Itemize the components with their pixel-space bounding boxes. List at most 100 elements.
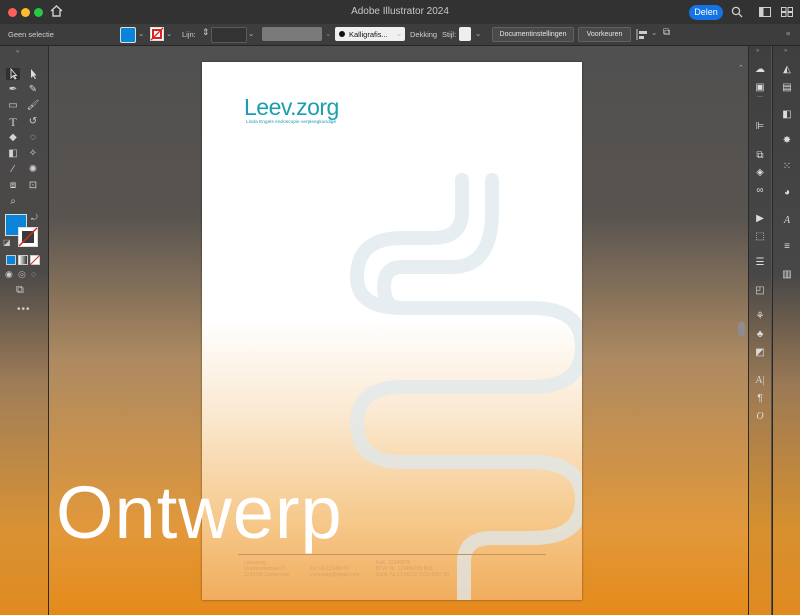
share-button[interactable]: Delen [689, 5, 723, 20]
brush-definition[interactable]: Kalligrafis... [335, 27, 405, 41]
gradient-tool-icon[interactable]: ◧ [6, 148, 20, 160]
title-bar: Adobe Illustrator 2024 Delen [0, 0, 800, 25]
scroll-up-icon[interactable]: ⌃ [738, 64, 744, 72]
workspace-icon[interactable] [759, 7, 771, 17]
draw-behind-icon[interactable]: ◎ [18, 269, 26, 280]
chevron-down-icon[interactable]: ⌄ [396, 29, 402, 38]
vertical-scrollbar[interactable]: ⌃ [738, 62, 746, 600]
dock-collapse-icon[interactable]: » [756, 48, 759, 54]
lasso-tool-icon[interactable]: ◌ [26, 132, 40, 144]
symbol-sprayer-tool-icon[interactable]: ✺ [26, 164, 40, 176]
scrollbar-thumb[interactable] [738, 322, 745, 336]
overlay-title: Ontwerp [56, 471, 343, 554]
properties-icon[interactable]: ⊫ [752, 120, 768, 134]
more-tools-icon[interactable]: ••• [17, 304, 31, 315]
eraser-tool-icon[interactable]: ◆ [6, 132, 20, 144]
chevron-down-icon[interactable]: ⌄ [325, 29, 331, 38]
footer-col-3: KvK: 12345678 BTW: NL 123456789 B01 Bank… [376, 560, 449, 578]
logo-sub: zorg [296, 94, 339, 120]
selection-tool-icon[interactable] [6, 67, 20, 80]
stroke-label: Lijn: [182, 30, 196, 39]
document-settings-button[interactable]: Documentinstellingen [492, 27, 574, 42]
brush-dot-icon [339, 31, 345, 37]
brush-name: Kalligrafis... [349, 30, 388, 39]
rectangle-tool-icon[interactable]: ▭ [6, 100, 20, 112]
window-title: Adobe Illustrator 2024 [351, 6, 449, 17]
brushes-icon[interactable]: ⚘ [752, 310, 768, 324]
default-colors-icon[interactable]: ◪ [3, 238, 11, 247]
color-mode-icon[interactable] [6, 255, 16, 265]
gradient-mode-icon[interactable] [18, 255, 28, 265]
symbols-icon[interactable]: ♣ [752, 328, 768, 342]
graphic-styles-icon[interactable]: ◕ [779, 186, 795, 200]
footer-bank: Bank: NL12 ABCD 0123 4567 89 [376, 572, 450, 578]
zoom-tool-icon[interactable]: ⌕ [6, 196, 20, 208]
artboards-icon[interactable]: ⧉ [752, 149, 768, 163]
style-label: Stijl: [442, 30, 457, 39]
opacity-label[interactable]: Dekking [410, 30, 437, 39]
stroke-swatch[interactable] [150, 27, 164, 41]
direct-selection-tool-icon[interactable] [26, 68, 40, 80]
chevron-down-icon[interactable]: ⌄ [138, 29, 144, 38]
navigator-icon[interactable]: ▥ [779, 268, 795, 282]
type-tool-icon[interactable]: T [6, 116, 20, 128]
character-icon[interactable]: A| [752, 374, 768, 388]
paintbrush-tool-icon[interactable]: 🖌 [26, 100, 40, 112]
tools-panel: « ✒ ✎ ▭ 🖌 T ↺ ◆ ◌ ◧ ✧ ⁄ ✺ ⧈ ⊡ ⌕ ⤾ ◪ ◉ ◎ … [0, 46, 49, 615]
draw-inside-icon[interactable]: ○ [31, 269, 36, 279]
opentype-icon[interactable]: O [752, 410, 768, 424]
draw-normal-icon[interactable]: ◉ [5, 269, 13, 280]
blend-tool-icon[interactable]: ⧈ [6, 180, 20, 192]
panel-dock-wide: » ◭ ▤ ◧ ✸ ⁙ ◕ A ≡ ▥ [772, 46, 800, 615]
panel-collapse-icon[interactable]: ≡ [786, 29, 790, 38]
dock-divider: — [757, 94, 763, 100]
footer-email: Leev.zorg@gmail.com [310, 572, 360, 578]
logo-tagline: Linda Engels endoscopie verpleegkundige [246, 120, 337, 125]
style-swatch[interactable] [459, 27, 471, 41]
control-bar: Geen selectie ⌄ ⌄ Lijn: ⇕ ⌄ ⌄ Kalligrafi… [0, 24, 800, 46]
chevron-down-icon[interactable]: ⌄ [475, 29, 481, 38]
align-panel-icon[interactable]: ≡ [779, 240, 795, 254]
swap-colors-icon[interactable]: ⤾ [31, 213, 38, 223]
transparency-icon[interactable]: ⁙ [779, 160, 795, 174]
links-icon[interactable]: ∞ [752, 184, 768, 198]
search-icon[interactable] [731, 6, 743, 18]
dock-collapse-icon[interactable]: » [784, 48, 787, 54]
chevron-down-icon[interactable]: ⌄ [166, 29, 172, 38]
panels-icon[interactable] [781, 7, 793, 17]
artboard-tool-icon[interactable]: ⊡ [26, 180, 40, 192]
stroke-color-swatch[interactable] [18, 227, 38, 247]
footer-city: 1234 AB Zoetermeer [244, 572, 291, 578]
none-mode-icon[interactable] [30, 255, 40, 265]
appearance-icon[interactable]: ☁ [752, 63, 768, 77]
preferences-button[interactable]: Voorkeuren [578, 27, 631, 42]
eyedropper-tool-icon[interactable]: ⁄ [6, 164, 20, 176]
asset-export-icon[interactable]: ⬚ [752, 230, 768, 244]
footer-col-2: Tel: 06-12345678 Leev.zorg@gmail.com [310, 560, 359, 578]
glyphs-icon[interactable]: A [779, 214, 795, 228]
gradient-panel-icon[interactable]: ◧ [779, 108, 795, 122]
rotate-tool-icon[interactable]: ↺ [26, 116, 40, 128]
chevron-down-icon[interactable]: ⌄ [248, 29, 254, 38]
stroke-stepper[interactable]: ⇕ [202, 27, 210, 38]
arrange-icon[interactable]: ⧉ [663, 27, 670, 38]
pen-tool-icon[interactable]: ✒ [6, 84, 20, 96]
transform-icon[interactable]: ☰ [752, 256, 768, 270]
variable-width-profile[interactable] [262, 27, 322, 41]
actions-icon[interactable]: ▶ [752, 212, 768, 226]
color-guide-icon[interactable]: ◭ [779, 63, 795, 77]
stroke-panel-icon[interactable]: ✸ [779, 134, 795, 148]
stroke-weight-field[interactable] [211, 27, 247, 43]
chevron-down-icon[interactable]: ⌄ [651, 28, 657, 37]
fill-swatch[interactable] [120, 27, 136, 43]
swatches-icon[interactable]: ▤ [779, 81, 795, 95]
screen-mode-icon[interactable]: ⧉ [16, 284, 24, 297]
align-icon[interactable] [636, 29, 648, 40]
toolbar-collapse-icon[interactable]: « [16, 49, 19, 55]
curvature-tool-icon[interactable]: ✎ [26, 84, 40, 96]
shape-builder-tool-icon[interactable]: ✧ [26, 148, 40, 160]
layers-icon[interactable]: ◈ [752, 166, 768, 180]
pathfinder-icon[interactable]: ◰ [752, 284, 768, 298]
image-trace-icon[interactable]: ◩ [752, 346, 768, 360]
paragraph-icon[interactable]: ¶ [752, 392, 768, 406]
